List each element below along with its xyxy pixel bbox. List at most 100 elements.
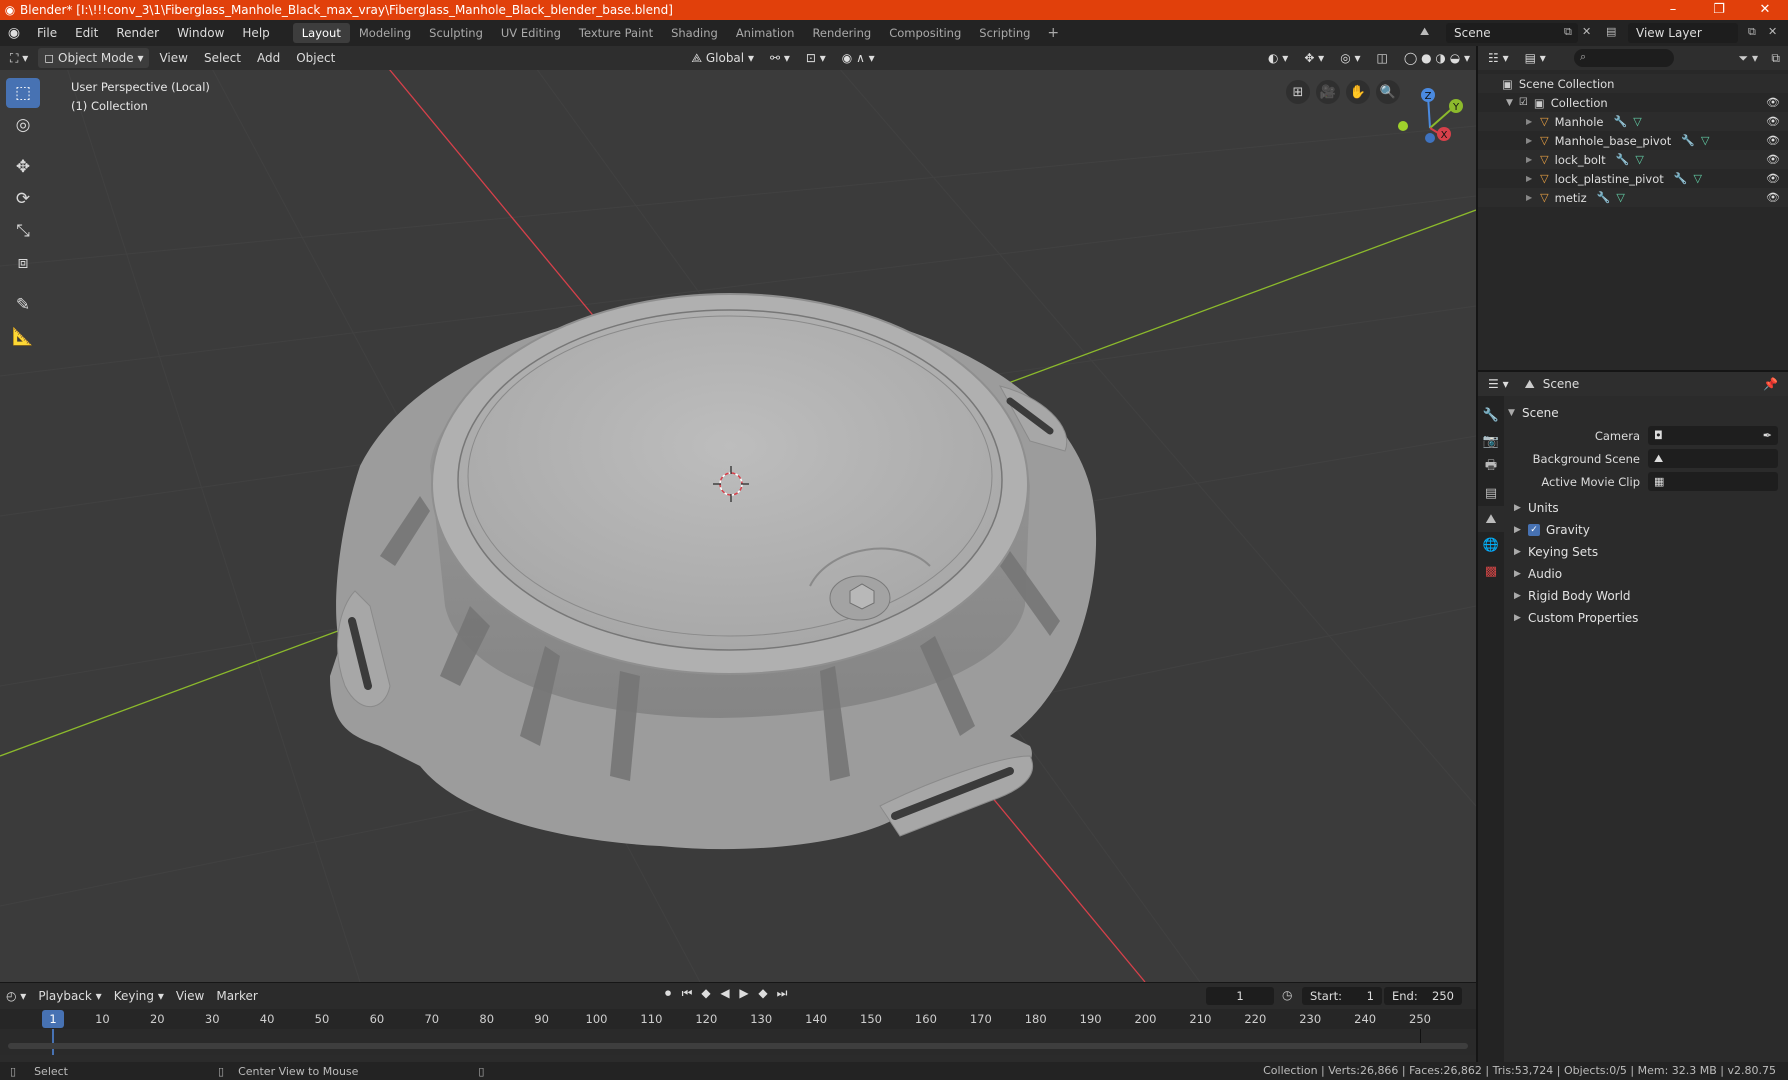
eye-icon[interactable]: 👁 [1766,134,1780,147]
audio-panel[interactable]: ▶ Audio [1508,563,1784,585]
blender-menu-icon[interactable]: ◉ [0,25,28,41]
modifier-icon[interactable]: 🔧 [1613,115,1627,128]
rotate-tool-icon[interactable]: ⟳ [6,184,40,214]
jump-end-icon[interactable]: ⏭ [774,986,790,1001]
tab-modeling[interactable]: Modeling [350,23,420,43]
view-layer-selector[interactable]: View Layer [1628,23,1738,43]
menu-render[interactable]: Render [107,20,168,46]
collection-row[interactable]: ▼ ☑ ▣ Collection 👁 [1478,93,1788,112]
expand-arrow-icon[interactable]: ▶ [1526,136,1532,145]
active-movie-clip-field[interactable]: ▦ [1648,472,1778,491]
pin-icon[interactable]: 📌 [1763,377,1778,391]
filter-icon[interactable]: ⏷ ▾ [1739,51,1758,66]
pivot-point-icon[interactable]: ⚯ ▾ [764,48,796,68]
current-frame-indicator[interactable]: 1 [42,1010,64,1028]
mesh-data-icon[interactable]: ▽ [1694,172,1702,185]
view-layer-tab-icon[interactable]: ▤ [1478,480,1504,506]
record-icon[interactable]: ⏺ [660,986,676,1001]
remove-scene-icon[interactable]: ✕ [1582,25,1591,38]
gizmo-toggle-icon[interactable]: ✥ ▾ [1298,48,1330,68]
tab-uv-editing[interactable]: UV Editing [492,23,570,43]
world-tab-icon[interactable]: 🌐 [1478,532,1504,558]
outliner-item-manhole[interactable]: ▶ ▽ Manhole 🔧 ▽ 👁 [1478,112,1788,131]
menu-object[interactable]: Object [290,48,341,68]
minimize-button[interactable]: – [1650,0,1696,20]
jump-start-icon[interactable]: ⏮ [679,986,695,1001]
tab-sculpting[interactable]: Sculpting [420,23,492,43]
transform-orientation-selector[interactable]: ⟁ Global ▾ [685,48,760,68]
scene-selector[interactable]: Scene [1446,23,1578,43]
mesh-data-icon[interactable]: ▽ [1616,191,1624,204]
collection-checkbox[interactable]: ☑ [1519,97,1528,108]
properties-editor-type-icon[interactable]: ☰ ▾ [1482,374,1515,394]
menu-keying[interactable]: Keying ▾ [108,989,170,1003]
transform-tool-icon[interactable]: ⧈ [6,248,40,278]
gravity-checkbox[interactable]: ✓ [1528,524,1540,536]
annotate-tool-icon[interactable]: ✎ [6,290,40,320]
new-collection-icon[interactable]: ⧉ [1771,51,1780,66]
modifier-icon[interactable]: 🔧 [1597,191,1611,204]
background-scene-field[interactable]: ⛰ [1648,449,1778,468]
gravity-panel[interactable]: ▶ ✓ Gravity [1508,519,1784,541]
view-layer-icon[interactable]: ▤ [1606,25,1616,38]
eye-icon[interactable]: 👁 [1766,191,1780,204]
play-reverse-icon[interactable]: ◀ [717,986,733,1001]
output-tab-icon[interactable]: 🖶 [1478,454,1504,480]
menu-marker[interactable]: Marker [210,989,263,1003]
menu-select[interactable]: Select [198,48,247,68]
mesh-data-icon[interactable]: ▽ [1701,134,1709,147]
rigid-body-world-panel[interactable]: ▶ Rigid Body World [1508,585,1784,607]
scale-tool-icon[interactable]: ⤡ [6,216,40,246]
overlay-toggle-icon[interactable]: ◎ ▾ [1334,48,1366,68]
expand-arrow-icon[interactable]: ▼ [1506,98,1513,108]
remove-view-layer-icon[interactable]: ✕ [1768,25,1777,38]
new-scene-icon[interactable]: ⧉ [1564,25,1572,39]
end-frame-field[interactable]: End: 250 [1384,987,1462,1005]
toggle-camera-grid-icon[interactable]: ⊞ [1286,80,1310,104]
render-tab-icon[interactable]: 📷 [1478,428,1504,454]
viewport-scene[interactable]: Z Y X [0,46,1476,982]
outliner-search-input[interactable]: ⌕ [1574,49,1674,67]
eyedropper-icon[interactable]: ✒ [1763,429,1772,442]
units-panel[interactable]: ▶ Units [1508,497,1784,519]
outliner-item-lock-bolt[interactable]: ▶ ▽ lock_bolt 🔧 ▽ 👁 [1478,150,1788,169]
menu-playback[interactable]: Playback ▾ [32,989,107,1003]
camera-view-icon[interactable]: 🎥 [1316,80,1340,104]
mesh-data-icon[interactable]: ▽ [1633,115,1641,128]
outliner-item-manhole-base-pivot[interactable]: ▶ ▽ Manhole_base_pivot 🔧 ▽ 👁 [1478,131,1788,150]
menu-edit[interactable]: Edit [66,20,107,46]
timeline-track-area[interactable] [0,1029,1476,1055]
manhole-model[interactable] [330,293,1097,850]
menu-timeline-view[interactable]: View [170,989,210,1003]
select-box-tool-icon[interactable]: ⬚ [6,78,40,108]
move-tool-icon[interactable]: ✥ [6,152,40,182]
tab-scripting[interactable]: Scripting [970,23,1039,43]
tab-compositing[interactable]: Compositing [880,23,970,43]
menu-file[interactable]: File [28,20,66,46]
timeline-editor-type-icon[interactable]: ◴ ▾ [0,989,32,1003]
maximize-button[interactable]: ❐ [1696,0,1742,20]
next-keyframe-icon[interactable]: ◆ [755,986,771,1001]
new-view-layer-icon[interactable]: ⧉ [1748,25,1756,39]
expand-arrow-icon[interactable]: ▶ [1526,155,1532,164]
scene-panel-header[interactable]: ▼ Scene [1508,402,1784,424]
play-icon[interactable]: ▶ [736,986,752,1001]
outliner-item-lock-plastine-pivot[interactable]: ▶ ▽ lock_plastine_pivot 🔧 ▽ 👁 [1478,169,1788,188]
tab-layout[interactable]: Layout [292,23,350,43]
playhead-line[interactable] [52,1029,54,1055]
menu-add[interactable]: Add [251,48,286,68]
tab-animation[interactable]: Animation [727,23,804,43]
pan-view-icon[interactable]: ✋ [1346,80,1370,104]
clock-icon[interactable]: ◷ [1282,988,1292,1002]
tab-shading[interactable]: Shading [662,23,727,43]
snap-icon[interactable]: ⊡ ▾ [800,48,832,68]
menu-window[interactable]: Window [168,20,233,46]
prev-keyframe-icon[interactable]: ◆ [698,986,714,1001]
eye-icon[interactable]: 👁 [1766,115,1780,128]
expand-arrow-icon[interactable]: ▶ [1526,174,1532,183]
cursor-tool-icon[interactable]: ◎ [6,110,40,140]
menu-help[interactable]: Help [233,20,278,46]
timeline-scrollbar[interactable] [8,1043,1468,1049]
current-frame-field[interactable]: 1 [1206,987,1274,1005]
editor-type-icon[interactable]: ⛶ ▾ [4,48,34,68]
